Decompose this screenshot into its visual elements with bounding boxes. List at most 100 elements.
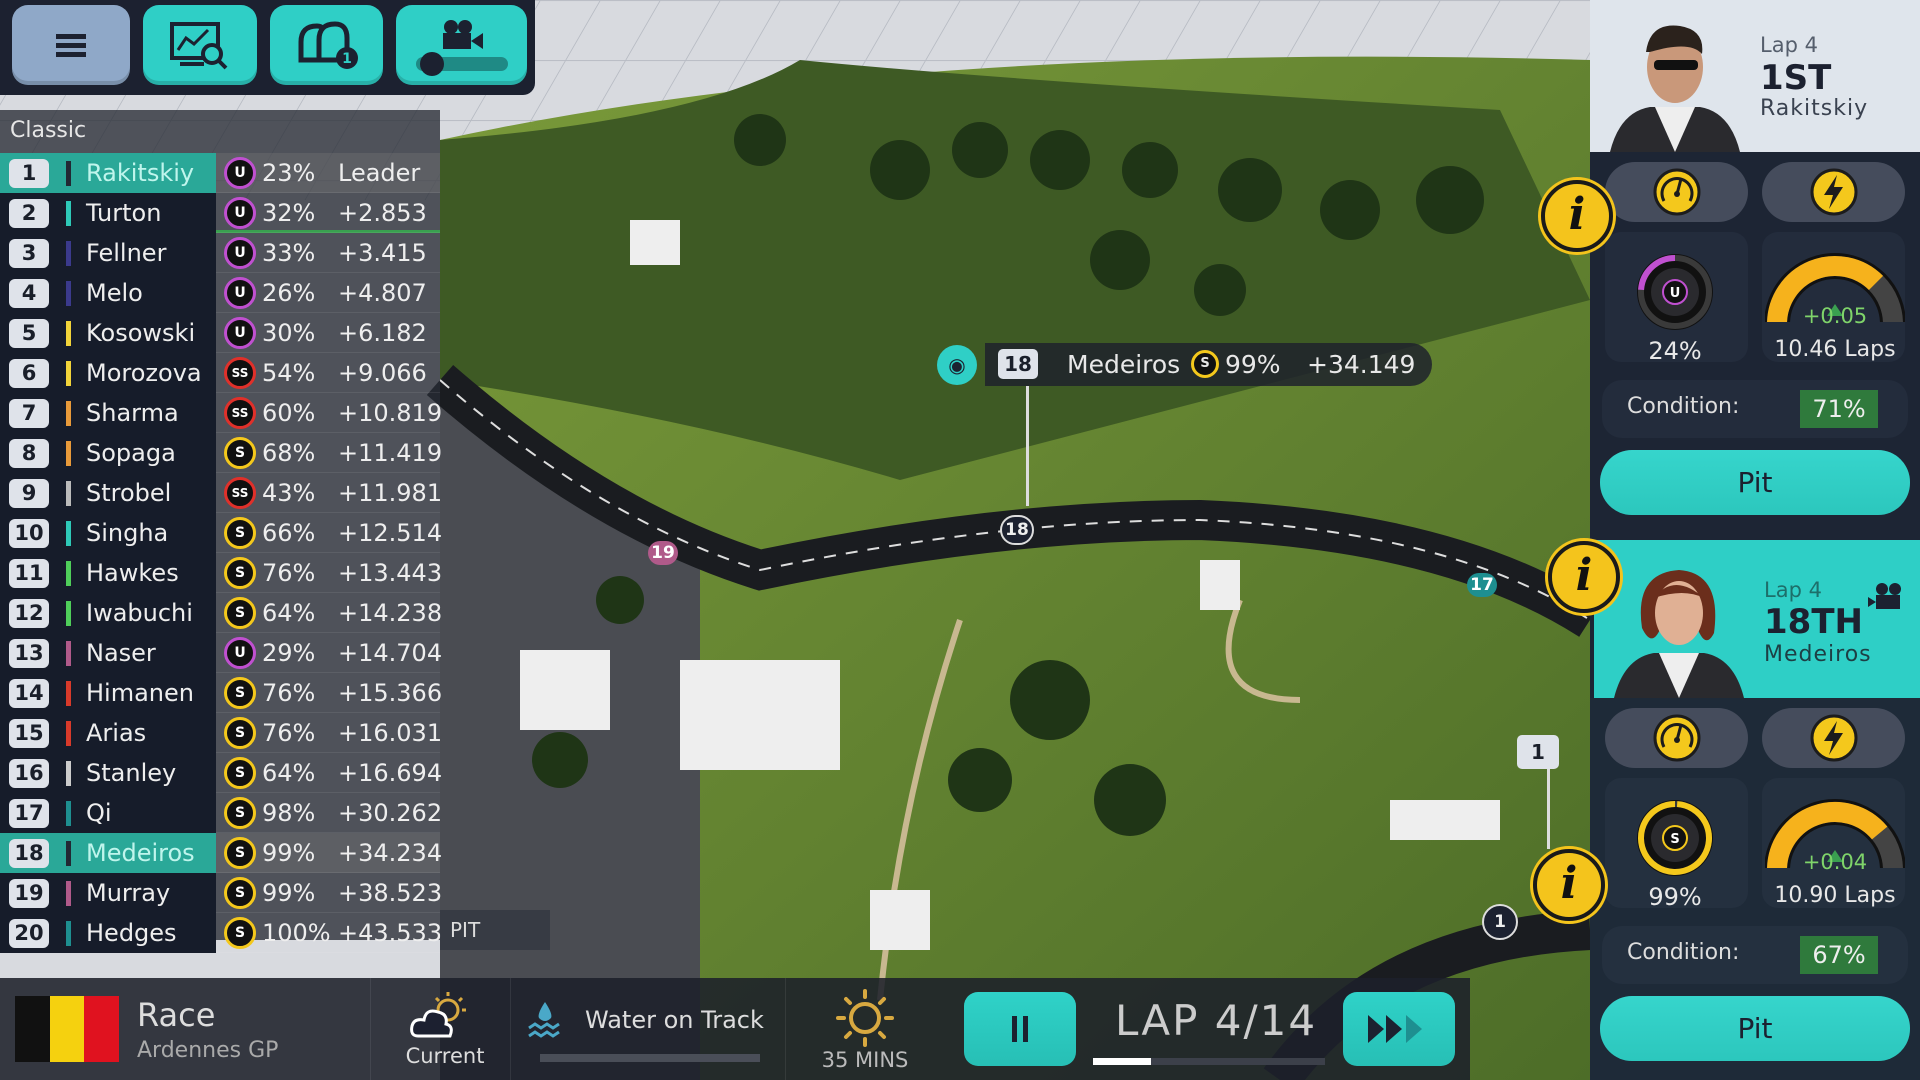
driver-2-info-button[interactable]: i — [1548, 541, 1620, 613]
tyre-compound-icon: U — [224, 157, 256, 189]
driver-2-tyre-info-button[interactable]: i — [1533, 849, 1605, 921]
leaderboard-row[interactable]: 12 Iwabuchi S 64% +14.238 — [0, 593, 442, 633]
driver-2-ers-button[interactable] — [1762, 708, 1905, 768]
tyre-wear: 100% — [262, 919, 331, 947]
water-icon — [528, 1002, 560, 1038]
driver-2-header[interactable]: Lap 4 18TH Medeiros — [1590, 540, 1920, 698]
leaderboard-row[interactable]: 17 Qi S 98% +30.262 — [0, 793, 443, 833]
driver-1-info-button[interactable]: i — [1541, 180, 1613, 252]
driver-2-pit-button[interactable]: Pit — [1600, 996, 1910, 1061]
tyre-wear: 29% — [262, 639, 316, 667]
tyre-compound-icon: SS — [224, 357, 256, 389]
leaderboard-row[interactable]: 14 Himanen S 76% +15.366 — [0, 673, 442, 713]
gap-to-leader: +6.182 — [338, 319, 427, 347]
driver-2-tyre-wear: 99% — [1648, 883, 1702, 911]
top-toolbar: 1 — [0, 0, 535, 95]
driver-1-header[interactable]: Lap 4 1ST Rakitskiy — [1590, 0, 1920, 152]
team-color-bar — [66, 521, 71, 546]
driver-name: Hedges — [86, 919, 177, 947]
menu-button[interactable] — [12, 5, 130, 85]
leaderboard-row[interactable]: 19 Murray S 99% +38.523 — [0, 873, 442, 913]
driver-1-ers-button[interactable] — [1762, 162, 1905, 222]
leaderboard-row[interactable]: 2 Turton U 32% +2.853 — [0, 193, 440, 233]
fast-forward-button[interactable] — [1343, 992, 1455, 1066]
driver-2-pace-button[interactable] — [1605, 708, 1748, 768]
country-flag — [15, 996, 120, 1062]
monitor-chart-search-icon — [170, 22, 228, 70]
tyre-compound-icon: SS — [224, 477, 256, 509]
tyre-compound-icon: S — [224, 597, 256, 629]
helmets-icon: 1 — [298, 21, 358, 69]
session-type: Race — [137, 996, 216, 1034]
camera-button[interactable] — [396, 5, 527, 85]
leaderboard-row[interactable]: 9 Strobel SS 43% +11.981 — [0, 473, 442, 513]
camera-icon[interactable] — [1868, 582, 1908, 614]
leaderboard-row[interactable]: 8 Sopaga S 68% +11.419 — [0, 433, 443, 473]
pause-button[interactable] — [964, 992, 1076, 1066]
tyre-wear: 54% — [262, 359, 316, 387]
gap-to-leader: +13.443 — [338, 559, 443, 587]
leaderboard-row[interactable]: 16 Stanley S 64% +16.694 — [0, 753, 442, 793]
tyre-compound-icon: U — [224, 277, 256, 309]
info-icon: i — [1560, 858, 1578, 909]
car-marker-17[interactable]: 17 — [1467, 573, 1497, 597]
leaderboard-row[interactable]: 4 Melo U 26% +4.807 — [0, 273, 440, 313]
leaderboard-row[interactable]: 6 Morozova SS 54% +9.066 — [0, 353, 440, 393]
tyre-compound-icon: S — [224, 517, 256, 549]
gap-to-leader: +16.031 — [338, 719, 443, 747]
driver-1-pit-button[interactable]: Pit — [1600, 450, 1910, 515]
driver-name: Murray — [86, 879, 171, 907]
tyre-compound-icon: S — [224, 917, 256, 949]
gap-to-leader: +3.415 — [338, 239, 427, 267]
weather-button[interactable]: Current — [375, 978, 510, 1080]
condition-value: 67% — [1800, 936, 1878, 974]
tyre-compound-icon: U — [224, 197, 256, 229]
driver-1-position: 1ST — [1760, 58, 1832, 98]
camera-icon — [442, 20, 483, 49]
track-condition: Water on Track — [585, 1006, 764, 1034]
tooltip-pointer — [1026, 386, 1029, 506]
car-marker-1[interactable]: 1 — [1482, 904, 1518, 940]
telemetry-button[interactable] — [143, 5, 257, 85]
leaderboard-row[interactable]: 5 Kosowski U 30% +6.182 — [0, 313, 440, 353]
car-marker-1-label[interactable]: 1 — [1517, 735, 1559, 769]
camera-zoom-slider[interactable] — [415, 52, 508, 76]
helmets-button[interactable]: 1 — [270, 5, 383, 85]
tyre-compound-icon: S — [224, 877, 256, 909]
leaderboard-row[interactable]: 20 Hedges S 100% +43.533 — [0, 913, 443, 953]
position-badge: 1 — [9, 159, 49, 188]
hamburger-menu-icon — [56, 34, 86, 57]
driver-name: Hawkes — [86, 559, 179, 587]
driver-1-pace-button[interactable] — [1605, 162, 1748, 222]
gap-to-leader: +43.533 — [338, 919, 443, 947]
leaderboard-row[interactable]: 11 Hawkes S 76% +13.443 — [0, 553, 443, 593]
team-color-bar — [66, 441, 71, 466]
leaderboard-row[interactable]: 15 Arias S 76% +16.031 — [0, 713, 443, 753]
car-marker-18[interactable]: 18 — [1000, 515, 1034, 545]
gap-to-leader: +30.262 — [338, 799, 443, 827]
car-marker-19[interactable]: 19 — [648, 541, 678, 565]
position-badge: 6 — [9, 359, 49, 388]
driver-1-tyre-wear: 24% — [1648, 337, 1702, 365]
leaderboard-row[interactable]: 3 Fellner U 33% +3.415 — [0, 233, 440, 273]
gap-to-leader: +11.419 — [338, 439, 443, 467]
leaderboard-row[interactable]: 10 Singha S 66% +12.514 — [0, 513, 442, 553]
gap-to-leader: +9.066 — [338, 359, 427, 387]
leaderboard-row[interactable]: 13 Naser U 29% +14.704 — [0, 633, 442, 673]
speedometer-icon — [1653, 714, 1700, 762]
camera-slider-handle[interactable] — [419, 52, 444, 76]
leaderboard-row[interactable]: 1 Rakitskiy U 23% Leader — [0, 153, 440, 193]
driver-name: Kosowski — [86, 319, 196, 347]
leaderboard-row[interactable]: 7 Sharma SS 60% +10.819 — [0, 393, 442, 433]
condition-label: Condition: — [1627, 394, 1740, 419]
team-color-bar — [66, 761, 71, 786]
driver-name: Sharma — [86, 399, 179, 427]
driver-2-tyre-wear-ring: S — [1637, 800, 1713, 876]
driver-name: Melo — [86, 279, 143, 307]
driver-name: Arias — [86, 719, 147, 747]
camera-follow-marker[interactable]: ◉ — [937, 345, 977, 385]
sun-icon — [836, 989, 894, 1047]
lap-progress-bar — [1093, 1058, 1325, 1065]
leaderboard-row[interactable]: 18 Medeiros S 99% +34.234 — [0, 833, 442, 873]
marker-pointer — [1547, 769, 1550, 849]
